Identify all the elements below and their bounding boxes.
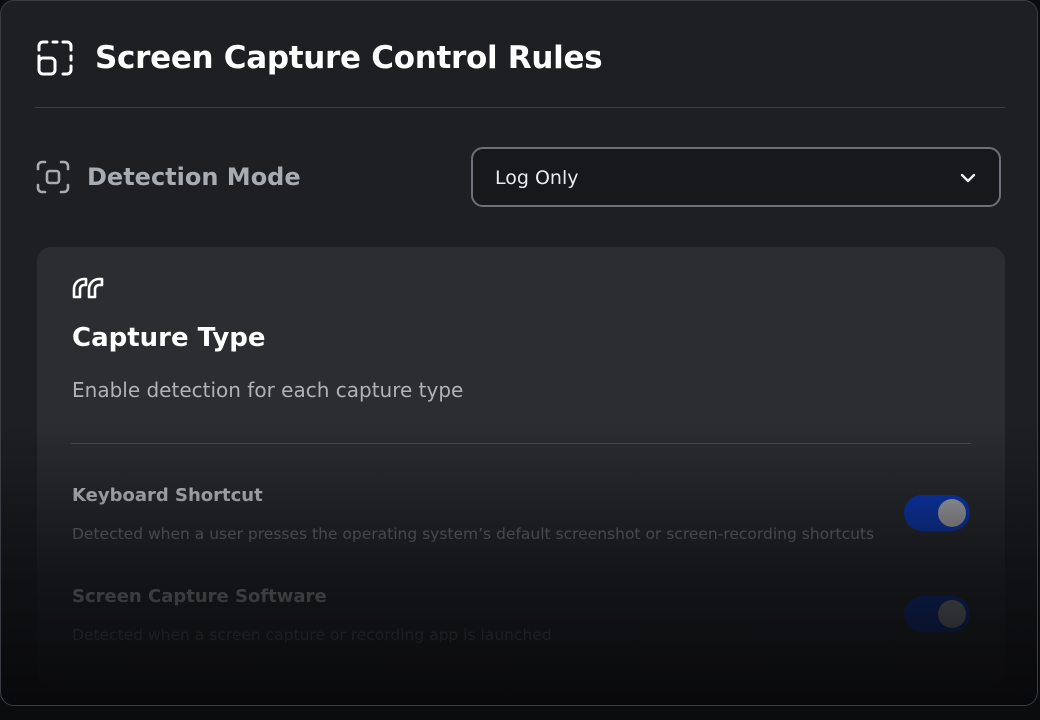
detection-mode-select[interactable]: Log Only bbox=[471, 147, 1001, 207]
card-divider bbox=[71, 443, 971, 444]
toggle-knob bbox=[938, 600, 966, 628]
screen-capture-software-toggle[interactable] bbox=[904, 596, 970, 632]
detection-mode-label: Detection Mode bbox=[35, 159, 301, 195]
toggle-knob bbox=[938, 499, 966, 527]
rule-title: Keyboard Shortcut bbox=[72, 485, 263, 506]
capture-type-card: Capture Type Enable detection for each c… bbox=[37, 247, 1005, 687]
keyboard-shortcut-toggle[interactable] bbox=[904, 495, 970, 531]
rule-description: Detected when a screen capture or record… bbox=[72, 626, 552, 644]
detection-mode-text: Detection Mode bbox=[87, 163, 301, 191]
page-title: Screen Capture Control Rules bbox=[95, 40, 603, 76]
capture-type-title: Capture Type bbox=[72, 323, 266, 353]
capture-target-icon bbox=[36, 160, 70, 194]
rule-description: Detected when a user presses the operati… bbox=[72, 525, 875, 543]
chevron-down-icon bbox=[960, 173, 976, 183]
detection-mode-value: Log Only bbox=[495, 167, 579, 189]
detection-mode-row: Detection Mode Log Only bbox=[35, 147, 1005, 209]
rule-title: Screen Capture Software bbox=[72, 586, 327, 607]
quote-icon bbox=[72, 277, 104, 299]
header: Screen Capture Control Rules bbox=[35, 35, 603, 81]
rule-screen-capture-software: Screen Capture Software Detected when a … bbox=[72, 586, 970, 648]
screen-capture-icon bbox=[37, 40, 73, 76]
capture-type-subtitle: Enable detection for each capture type bbox=[72, 378, 464, 402]
rule-keyboard-shortcut: Keyboard Shortcut Detected when a user p… bbox=[72, 485, 970, 547]
header-divider bbox=[35, 107, 1005, 108]
rules-window: Screen Capture Control Rules Detection M… bbox=[0, 0, 1038, 706]
